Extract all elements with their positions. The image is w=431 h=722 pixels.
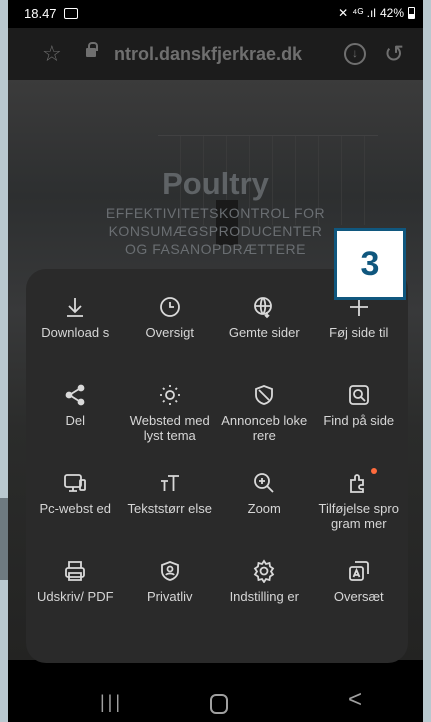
- menu-item-label: Indstilling er: [229, 589, 299, 604]
- gallery-icon: [64, 8, 78, 19]
- menu-item-ad-blocker[interactable]: Annonceb lokerere: [217, 383, 312, 471]
- menu-item-label: Oversigt: [145, 325, 194, 340]
- menu-grid: Download s Oversigt Gemte sider Føj side…: [28, 295, 406, 647]
- back-button[interactable]: <: [348, 686, 362, 714]
- ad-blocker-icon: [255, 385, 274, 405]
- menu-item-label: Download s: [41, 325, 110, 340]
- menu-item-label: Pc-webst ed: [39, 501, 112, 516]
- step-number-badge: 3: [334, 228, 406, 300]
- menu-item-label: Gemte sider: [228, 325, 300, 340]
- lock-icon[interactable]: [86, 42, 98, 57]
- hero-subtitle-line: EFFEKTIVITETSKONTROL FOR: [105, 205, 326, 221]
- url-bar: ☆ ntrol.danskfjerkrae.dk ↓ ↺: [8, 28, 423, 80]
- android-navigation-bar: ||| <: [8, 682, 423, 722]
- menu-item-add-ons[interactable]: Tilføjelse sprogram mer: [312, 468, 407, 559]
- translate-icon: [348, 561, 369, 581]
- menu-item-share[interactable]: Del: [28, 383, 123, 471]
- menu-item-label: Tilføjelse sprogram mer: [318, 501, 399, 531]
- zoom-icon: [254, 473, 274, 493]
- privacy-icon: [160, 561, 179, 581]
- settings-icon: [254, 559, 275, 583]
- history-icon: [159, 297, 180, 317]
- battery-level: 42%: [379, 6, 404, 20]
- phone-screen: 18.47 ✕ ⁴ᴳ .ıl 42% ☆ ntrol.danskfjerkrae…: [8, 0, 423, 722]
- status-right: ✕ ⁴ᴳ .ıl 42%: [338, 6, 415, 20]
- share-icon: [65, 384, 85, 406]
- desktop-site-icon: [64, 474, 87, 492]
- find-on-page-icon: [348, 385, 369, 405]
- reload-icon[interactable]: ↺: [384, 40, 404, 69]
- home-button[interactable]: [210, 694, 228, 714]
- signal-icon: ⁴ᴳ .ıl: [352, 6, 376, 20]
- mute-icon: ✕: [338, 6, 349, 20]
- step-number: 3: [360, 245, 380, 283]
- menu-item-label: Oversæt: [333, 589, 384, 604]
- background-edge: [0, 498, 8, 580]
- menu-item-settings[interactable]: Indstilling er: [217, 559, 312, 647]
- download-icon: [67, 298, 84, 317]
- menu-item-label: Udskriv/ PDF: [36, 589, 114, 604]
- menu-item-label: Privatliv: [146, 589, 193, 604]
- url-text[interactable]: ntrol.danskfjerkrae.dk: [114, 44, 302, 65]
- menu-item-label: Annonceb lokerere: [221, 413, 308, 443]
- light-theme-icon: [159, 385, 180, 405]
- menu-item-desktop-site[interactable]: Pc-webst ed: [28, 471, 123, 559]
- menu-item-light-theme[interactable]: Websted med lyst tema: [123, 383, 218, 471]
- status-bar: 18.47 ✕ ⁴ᴳ .ıl 42%: [8, 0, 423, 28]
- status-time: 18.47: [24, 6, 57, 21]
- menu-item-zoom[interactable]: Zoom: [217, 471, 312, 559]
- menu-item-privacy[interactable]: Privatliv: [123, 559, 218, 647]
- add-ons-icon: [349, 474, 364, 493]
- menu-item-saved-pages[interactable]: Gemte sider: [217, 295, 312, 383]
- text-size-icon: [160, 475, 179, 491]
- menu-item-print[interactable]: Udskriv/ PDF: [28, 559, 123, 647]
- browser-menu-panel: Download s Oversigt Gemte sider Føj side…: [26, 269, 408, 663]
- menu-item-label: Føj side til: [329, 325, 389, 340]
- menu-item-translate[interactable]: Oversæt: [312, 559, 407, 647]
- menu-item-label: Find på side: [323, 413, 395, 428]
- add-ons-icon-wrap: [347, 468, 377, 501]
- download-indicator-icon[interactable]: ↓: [344, 43, 366, 65]
- menu-item-add-page[interactable]: Føj side til: [312, 295, 407, 383]
- menu-item-label: Tekststørr else: [127, 501, 212, 516]
- menu-item-history[interactable]: Oversigt: [123, 295, 218, 383]
- saved-pages-icon: [254, 297, 273, 319]
- print-icon: [65, 561, 86, 581]
- hero-title: Poultry: [162, 166, 269, 201]
- battery-icon: [408, 7, 415, 19]
- recent-apps-button[interactable]: |||: [100, 692, 123, 713]
- menu-item-find-on-page[interactable]: Find på side: [312, 383, 407, 471]
- menu-item-label: Zoom: [247, 501, 281, 516]
- bookmark-star-icon[interactable]: ☆: [42, 41, 62, 67]
- menu-item-label: Websted med lyst tema: [129, 413, 210, 443]
- menu-item-downloads[interactable]: Download s: [28, 295, 123, 383]
- menu-item-text-size[interactable]: Tekststørr else: [123, 471, 218, 559]
- notification-dot: [370, 468, 377, 474]
- menu-item-label: Del: [65, 413, 85, 428]
